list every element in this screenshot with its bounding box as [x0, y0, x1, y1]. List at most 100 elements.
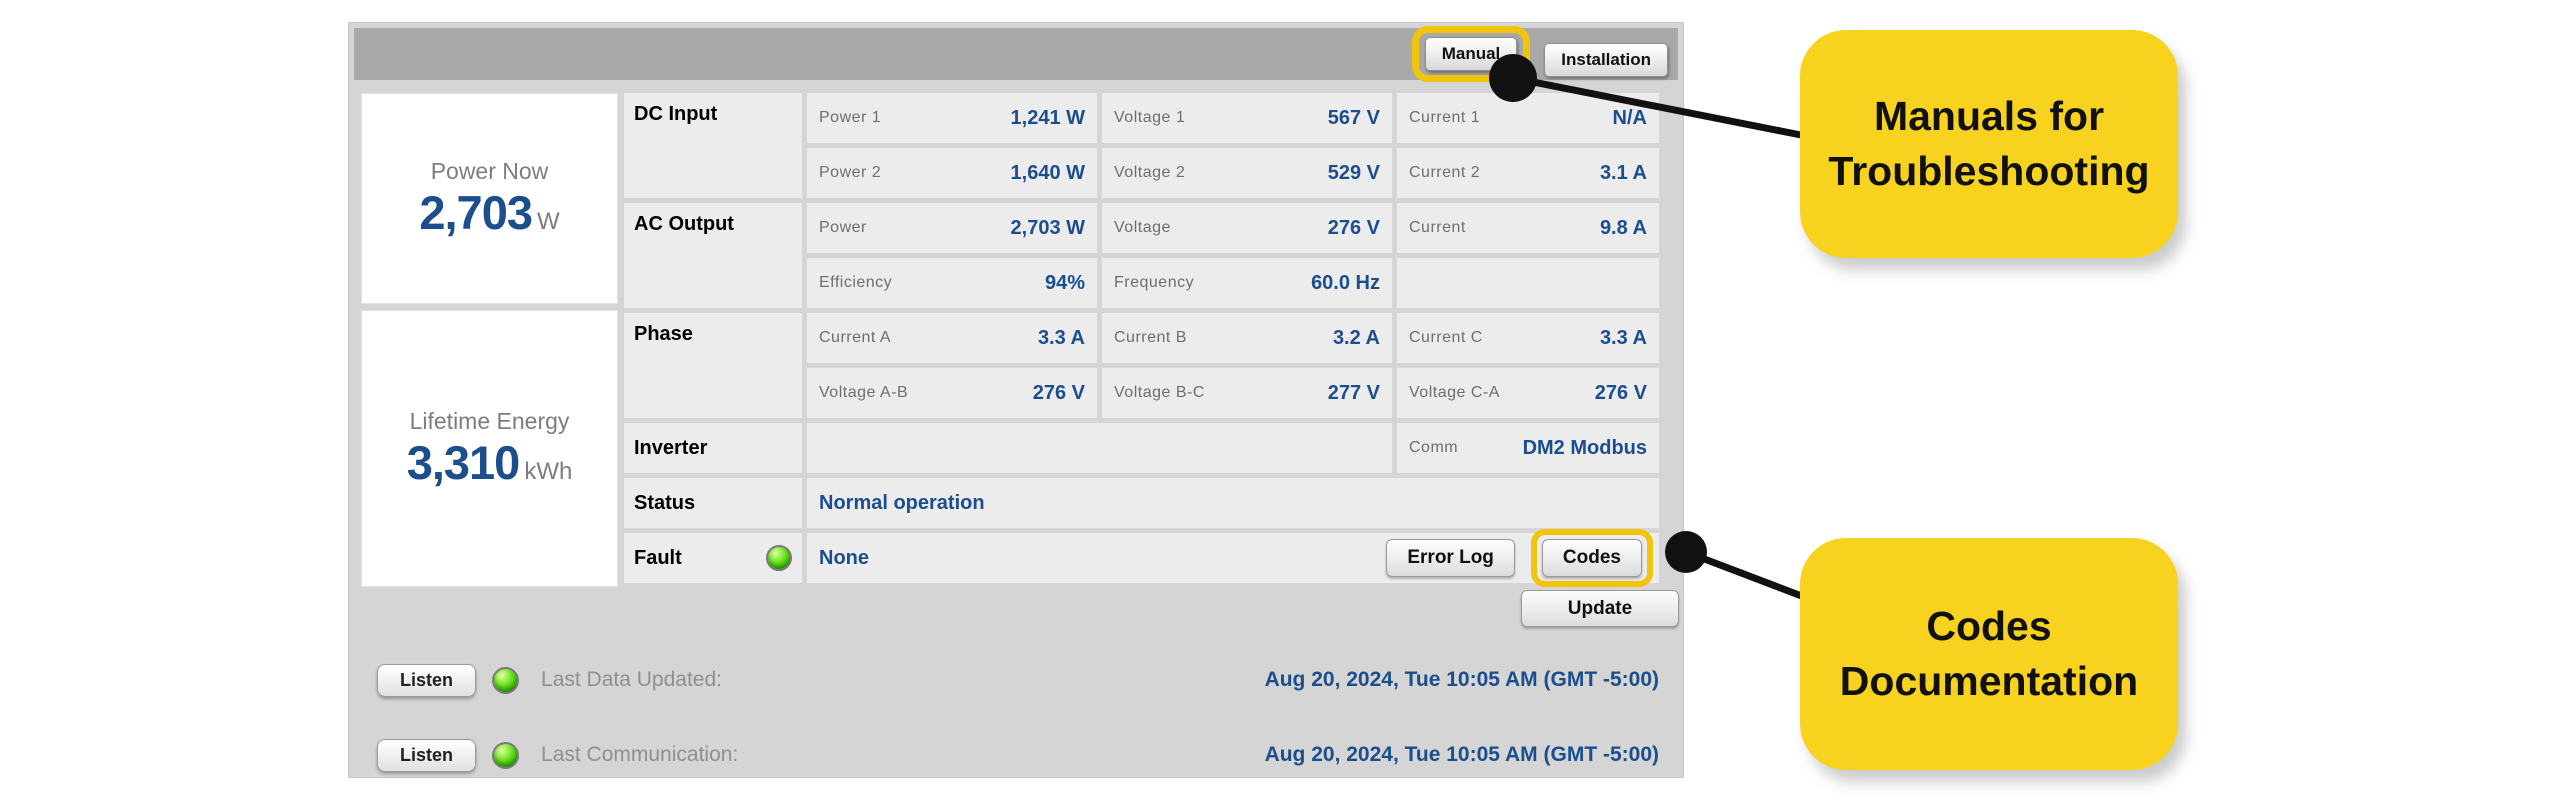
- power-now-value: 2,703: [419, 185, 533, 239]
- last-data-updated-label: Last Data Updated:: [541, 668, 722, 691]
- metric-label: Voltage C-A: [1409, 384, 1500, 401]
- metric-cell-voltage-ab: Voltage A-B 276 V: [807, 368, 1097, 418]
- lifetime-energy-box: Lifetime Energy 3,310 kWh: [361, 310, 618, 587]
- metric-value: 3.2 A: [1332, 326, 1380, 349]
- data-status-led-icon: [492, 666, 520, 694]
- metric-value: 276 V: [1032, 381, 1085, 404]
- metric-value: 277 V: [1327, 381, 1380, 404]
- lifetime-energy-label: Lifetime Energy: [409, 407, 570, 434]
- last-communication-value: Aug 20, 2024, Tue 10:05 AM (GMT -5:00): [1264, 743, 1659, 766]
- codes-button[interactable]: Codes: [1541, 539, 1642, 577]
- metric-cell-frequency: Frequency 60.0 Hz: [1102, 258, 1392, 308]
- metric-label: Current B: [1114, 329, 1187, 346]
- metric-cell-current-c: Current C 3.3 A: [1397, 313, 1659, 363]
- power-now-label: Power Now: [430, 157, 549, 184]
- manual-highlight-ring: Manual: [1411, 26, 1531, 82]
- empty-cell: [1397, 258, 1659, 308]
- metric-label: Current A: [819, 329, 892, 346]
- listen-data-button[interactable]: Listen: [377, 663, 477, 697]
- fault-label: Fault: [634, 546, 682, 569]
- metric-cell-voltage2: Voltage 2 529 V: [1102, 148, 1392, 198]
- metric-label: Current: [1409, 219, 1466, 236]
- empty-cell: [807, 423, 1392, 473]
- last-data-updated-value: Aug 20, 2024, Tue 10:05 AM (GMT -5:00): [1264, 668, 1659, 691]
- metric-cell-ac-voltage: Voltage 276 V: [1102, 203, 1392, 253]
- last-communication-label: Last Communication:: [541, 743, 739, 766]
- metric-cell-current-b: Current B 3.2 A: [1102, 313, 1392, 363]
- metric-cell-voltage1: Voltage 1 567 V: [1102, 93, 1392, 143]
- metric-value: 529 V: [1327, 161, 1380, 184]
- metric-value: 1,241 W: [1010, 106, 1085, 129]
- codes-callout: Codes Documentation: [1800, 538, 2178, 770]
- last-data-updated-row: Listen Last Data Updated: Aug 20, 2024, …: [377, 661, 1659, 699]
- lifetime-energy-value: 3,310: [406, 435, 521, 489]
- metric-cell-current2: Current 2 3.1 A: [1397, 148, 1659, 198]
- metric-label: Current 2: [1409, 164, 1481, 181]
- metric-label: Current 1: [1409, 109, 1481, 126]
- codes-connector-line: [1684, 548, 1814, 604]
- metric-label: Voltage B-C: [1114, 384, 1205, 401]
- metric-cell-current1: Current 1 N/A: [1397, 93, 1659, 143]
- metric-value: 276 V: [1327, 216, 1380, 239]
- metric-cell-power1: Power 1 1,241 W: [807, 93, 1097, 143]
- metric-label: Voltage 2: [1114, 164, 1186, 181]
- inverter-data-table: DC Input Power 1 1,241 W Voltage 1 567 V…: [624, 93, 1659, 587]
- row-label-status: Status: [624, 478, 802, 528]
- status-value: Normal operation: [819, 491, 985, 514]
- top-toolbar: Manual Installation: [354, 26, 1678, 82]
- power-now-unit: W: [536, 207, 560, 235]
- manuals-callout-line1: Manuals for: [1873, 92, 2105, 139]
- metric-value: DM2 Modbus: [1522, 436, 1647, 459]
- lifetime-energy-unit: kWh: [524, 457, 573, 485]
- metric-label: Comm: [1409, 439, 1459, 456]
- metric-cell-voltage-ca: Voltage C-A 276 V: [1397, 368, 1659, 418]
- status-cell: Normal operation: [807, 478, 1659, 528]
- metric-label: Efficiency: [819, 274, 893, 291]
- metric-value: N/A: [1612, 106, 1647, 129]
- fault-cell: None Error Log Codes: [807, 529, 1659, 587]
- row-label-ac-output: AC Output: [624, 203, 802, 308]
- last-communication-row: Listen Last Communication: Aug 20, 2024,…: [377, 736, 1659, 774]
- fault-status-led-icon: [766, 545, 792, 571]
- metric-value: 9.8 A: [1599, 216, 1647, 239]
- manual-button[interactable]: Manual: [1424, 37, 1518, 71]
- metric-label: Voltage: [1114, 219, 1171, 236]
- codes-callout-line2: Documentation: [1839, 658, 2139, 704]
- row-label-phase: Phase: [624, 313, 802, 418]
- metric-cell-power2: Power 2 1,640 W: [807, 148, 1097, 198]
- metric-label: Voltage A-B: [819, 384, 909, 401]
- fault-value: None: [819, 546, 869, 569]
- metric-value: 60.0 Hz: [1311, 271, 1380, 294]
- manuals-callout-line2: Troubleshooting: [1828, 148, 2150, 194]
- installation-button[interactable]: Installation: [1544, 43, 1668, 77]
- update-button[interactable]: Update: [1521, 590, 1679, 627]
- metric-value: 3.3 A: [1037, 326, 1085, 349]
- row-label-inverter: Inverter: [624, 423, 802, 473]
- metric-label: Power 1: [819, 109, 882, 126]
- metric-label: Current C: [1409, 329, 1483, 346]
- row-label-dc-input: DC Input: [624, 93, 802, 198]
- metric-value: 276 V: [1594, 381, 1647, 404]
- metric-value: 1,640 W: [1010, 161, 1085, 184]
- metric-value: 567 V: [1327, 106, 1380, 129]
- inverter-monitor-page: Manual Installation Power Now 2,703 W Li…: [0, 0, 2552, 808]
- metric-cell-ac-power: Power 2,703 W: [807, 203, 1097, 253]
- metric-label: Voltage 1: [1114, 109, 1186, 126]
- manuals-callout: Manuals for Troubleshooting: [1800, 30, 2178, 258]
- metric-cell-ac-current: Current 9.8 A: [1397, 203, 1659, 253]
- power-now-box: Power Now 2,703 W: [361, 93, 618, 304]
- inverter-panel: Manual Installation Power Now 2,703 W Li…: [348, 22, 1684, 778]
- metric-value: 2,703 W: [1010, 216, 1085, 239]
- codes-highlight-ring: Codes: [1530, 529, 1653, 587]
- metric-label: Frequency: [1114, 274, 1195, 291]
- metric-label: Power: [819, 219, 867, 236]
- metric-label: Power 2: [819, 164, 882, 181]
- comm-status-led-icon: [492, 741, 520, 769]
- codes-callout-line1: Codes: [1926, 602, 2052, 649]
- error-log-button[interactable]: Error Log: [1386, 539, 1515, 577]
- metric-cell-comm: Comm DM2 Modbus: [1397, 423, 1659, 473]
- listen-comm-button[interactable]: Listen: [377, 738, 477, 772]
- row-label-fault: Fault: [624, 533, 802, 583]
- metric-value: 3.1 A: [1599, 161, 1647, 184]
- metric-cell-current-a: Current A 3.3 A: [807, 313, 1097, 363]
